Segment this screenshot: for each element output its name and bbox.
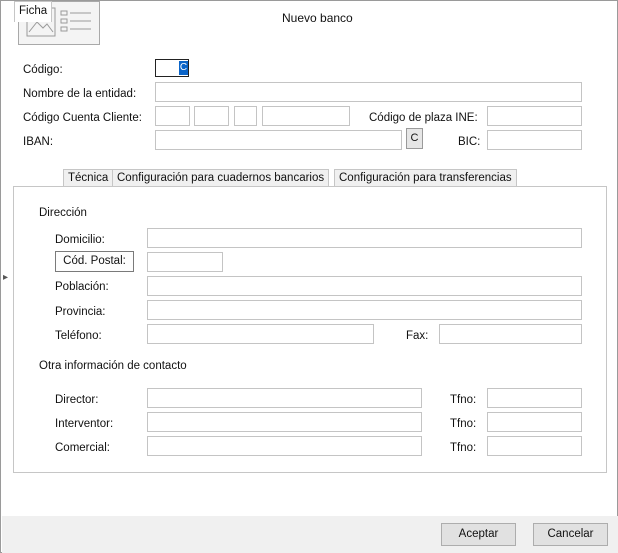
poblacion-label: Población: <box>55 281 109 293</box>
codigo-postal-button[interactable]: Cód. Postal: <box>55 251 134 272</box>
iban-input[interactable] <box>155 130 402 150</box>
contacto-heading: Otra información de contacto <box>39 360 187 372</box>
fax-label: Fax: <box>406 330 429 342</box>
domicilio-input[interactable] <box>147 228 582 248</box>
comercial-label: Comercial: <box>55 442 110 454</box>
telefono-input[interactable] <box>147 324 374 344</box>
director-label: Director: <box>55 394 99 406</box>
bic-label: BIC: <box>458 136 481 148</box>
chevron-right-icon[interactable]: ▸ <box>3 272 8 283</box>
interventor-label: Interventor: <box>55 418 114 430</box>
comercial-tfno-input[interactable] <box>487 436 582 456</box>
iban-calc-button[interactable]: C <box>406 128 423 149</box>
interventor-input[interactable] <box>147 412 422 432</box>
director-input[interactable] <box>147 388 422 408</box>
director-tfno-label: Tfno: <box>450 394 477 406</box>
director-tfno-input[interactable] <box>487 388 582 408</box>
ccc-label: Código Cuenta Cliente: <box>23 112 142 124</box>
direccion-heading: Dirección <box>39 207 87 219</box>
provincia-label: Provincia: <box>55 306 106 318</box>
dialog-footer <box>2 516 618 553</box>
ccc-oficina-input[interactable] <box>194 106 229 126</box>
ccc-entidad-input[interactable] <box>155 106 190 126</box>
new-bank-dialog: Nuevo banco Código: C Nombre de la entid… <box>0 0 618 553</box>
comercial-tfno-label: Tfno: <box>450 442 477 454</box>
codigo-caret: C <box>179 61 188 75</box>
bic-input[interactable] <box>487 130 582 150</box>
accept-button[interactable]: Aceptar <box>441 523 516 546</box>
tab-ficha[interactable]: Ficha <box>14 1 53 22</box>
plaza-ine-label: Código de plaza INE: <box>369 112 478 124</box>
ccc-cuenta-input[interactable] <box>262 106 350 126</box>
codigo-postal-input[interactable] <box>147 252 223 272</box>
comercial-input[interactable] <box>147 436 422 456</box>
poblacion-input[interactable] <box>147 276 582 296</box>
domicilio-label: Domicilio: <box>55 234 105 246</box>
interventor-tfno-label: Tfno: <box>450 418 477 430</box>
fax-input[interactable] <box>439 324 582 344</box>
nombre-entidad-input[interactable] <box>155 82 582 102</box>
provincia-input[interactable] <box>147 300 582 320</box>
dialog-title: Nuevo banco <box>282 11 353 25</box>
plaza-ine-input[interactable] <box>487 106 582 126</box>
interventor-tfno-input[interactable] <box>487 412 582 432</box>
iban-label: IBAN: <box>23 136 54 148</box>
nombre-entidad-label: Nombre de la entidad: <box>23 88 137 100</box>
ccc-dc-input[interactable] <box>234 106 257 126</box>
cancel-button[interactable]: Cancelar <box>533 523 608 546</box>
telefono-label: Teléfono: <box>55 330 102 342</box>
codigo-label: Código: <box>23 64 63 76</box>
